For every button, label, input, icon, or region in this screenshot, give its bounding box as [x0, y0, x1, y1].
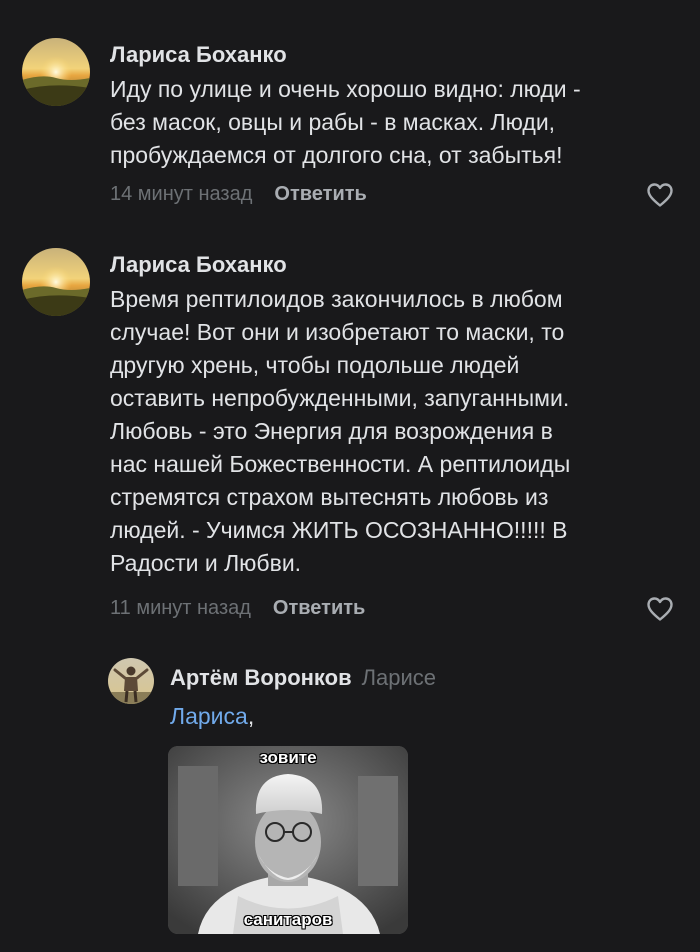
comment-author: Артём Воронков Ларисе: [170, 665, 436, 691]
comment-text-line: стремятся страхом вытеснять любовь из: [110, 484, 549, 510]
comment-timestamp: 11 минут назад: [110, 597, 251, 619]
comment-text-line: Иду по улице и очень хорошо видно: люди …: [110, 76, 581, 102]
comment-author[interactable]: Лариса Боханко: [110, 252, 287, 278]
heart-outline-icon: [647, 183, 673, 207]
comment-text-line: пробуждаемся от долгого сна, от забытья!: [110, 142, 563, 168]
sunset-avatar-image: [22, 248, 90, 316]
person-avatar-image: [108, 658, 154, 704]
comment-text-line: нас нашей Божественности. А рептилоиды: [110, 451, 571, 477]
like-button[interactable]: [646, 596, 674, 622]
comment-text: Иду по улице и очень хорошо видно: люди …: [110, 73, 581, 172]
reply-button[interactable]: Ответить: [274, 183, 366, 205]
comment-text-line: оставить непробужденными, запуганными.: [110, 385, 570, 411]
sunset-avatar-image: [22, 38, 90, 106]
avatar[interactable]: [22, 38, 90, 106]
comment-text-line: Радости и Любви.: [110, 550, 302, 576]
reply-author-name[interactable]: Артём Воронков: [170, 665, 352, 690]
comment-text-line: людей. - Учимся ЖИТЬ ОСОЗНАННО!!!!! В: [110, 517, 568, 543]
reply-button[interactable]: Ответить: [273, 597, 365, 619]
reply-text: Лариса,: [170, 703, 254, 730]
meme-caption-bottom: санитаров: [243, 910, 333, 929]
comment-author[interactable]: Лариса Боханко: [110, 42, 287, 68]
comment-text-line: Любовь - это Энергия для возрождения в: [110, 418, 553, 444]
comment-text-line: без масок, овцы и рабы - в масках. Люди,: [110, 109, 556, 135]
comment-meta: 14 минут назад Ответить: [110, 183, 367, 206]
comment-text-line: случае! Вот они и изобретают то маски, т…: [110, 319, 565, 345]
comment-timestamp: 14 минут назад: [110, 183, 253, 205]
mention-link[interactable]: Лариса: [170, 703, 248, 729]
meme-photo: [168, 746, 408, 934]
meme-image[interactable]: зовите санитаров: [168, 746, 408, 934]
comment-text-line: Время рептилоидов закончилось в любом: [110, 286, 563, 312]
mention-suffix: ,: [247, 703, 255, 729]
heart-outline-icon: [647, 597, 673, 621]
comment-text: Время рептилоидов закончилось в любом сл…: [110, 283, 570, 580]
reply-to-label[interactable]: Ларисе: [362, 665, 436, 690]
comment-meta: 11 минут назад Ответить: [110, 597, 365, 620]
comment-text-line: другую хрень, чтобы подольше людей: [110, 352, 520, 378]
like-button[interactable]: [646, 182, 674, 208]
avatar[interactable]: [108, 658, 154, 704]
avatar[interactable]: [22, 248, 90, 316]
meme-caption-top: зовите: [259, 748, 317, 767]
